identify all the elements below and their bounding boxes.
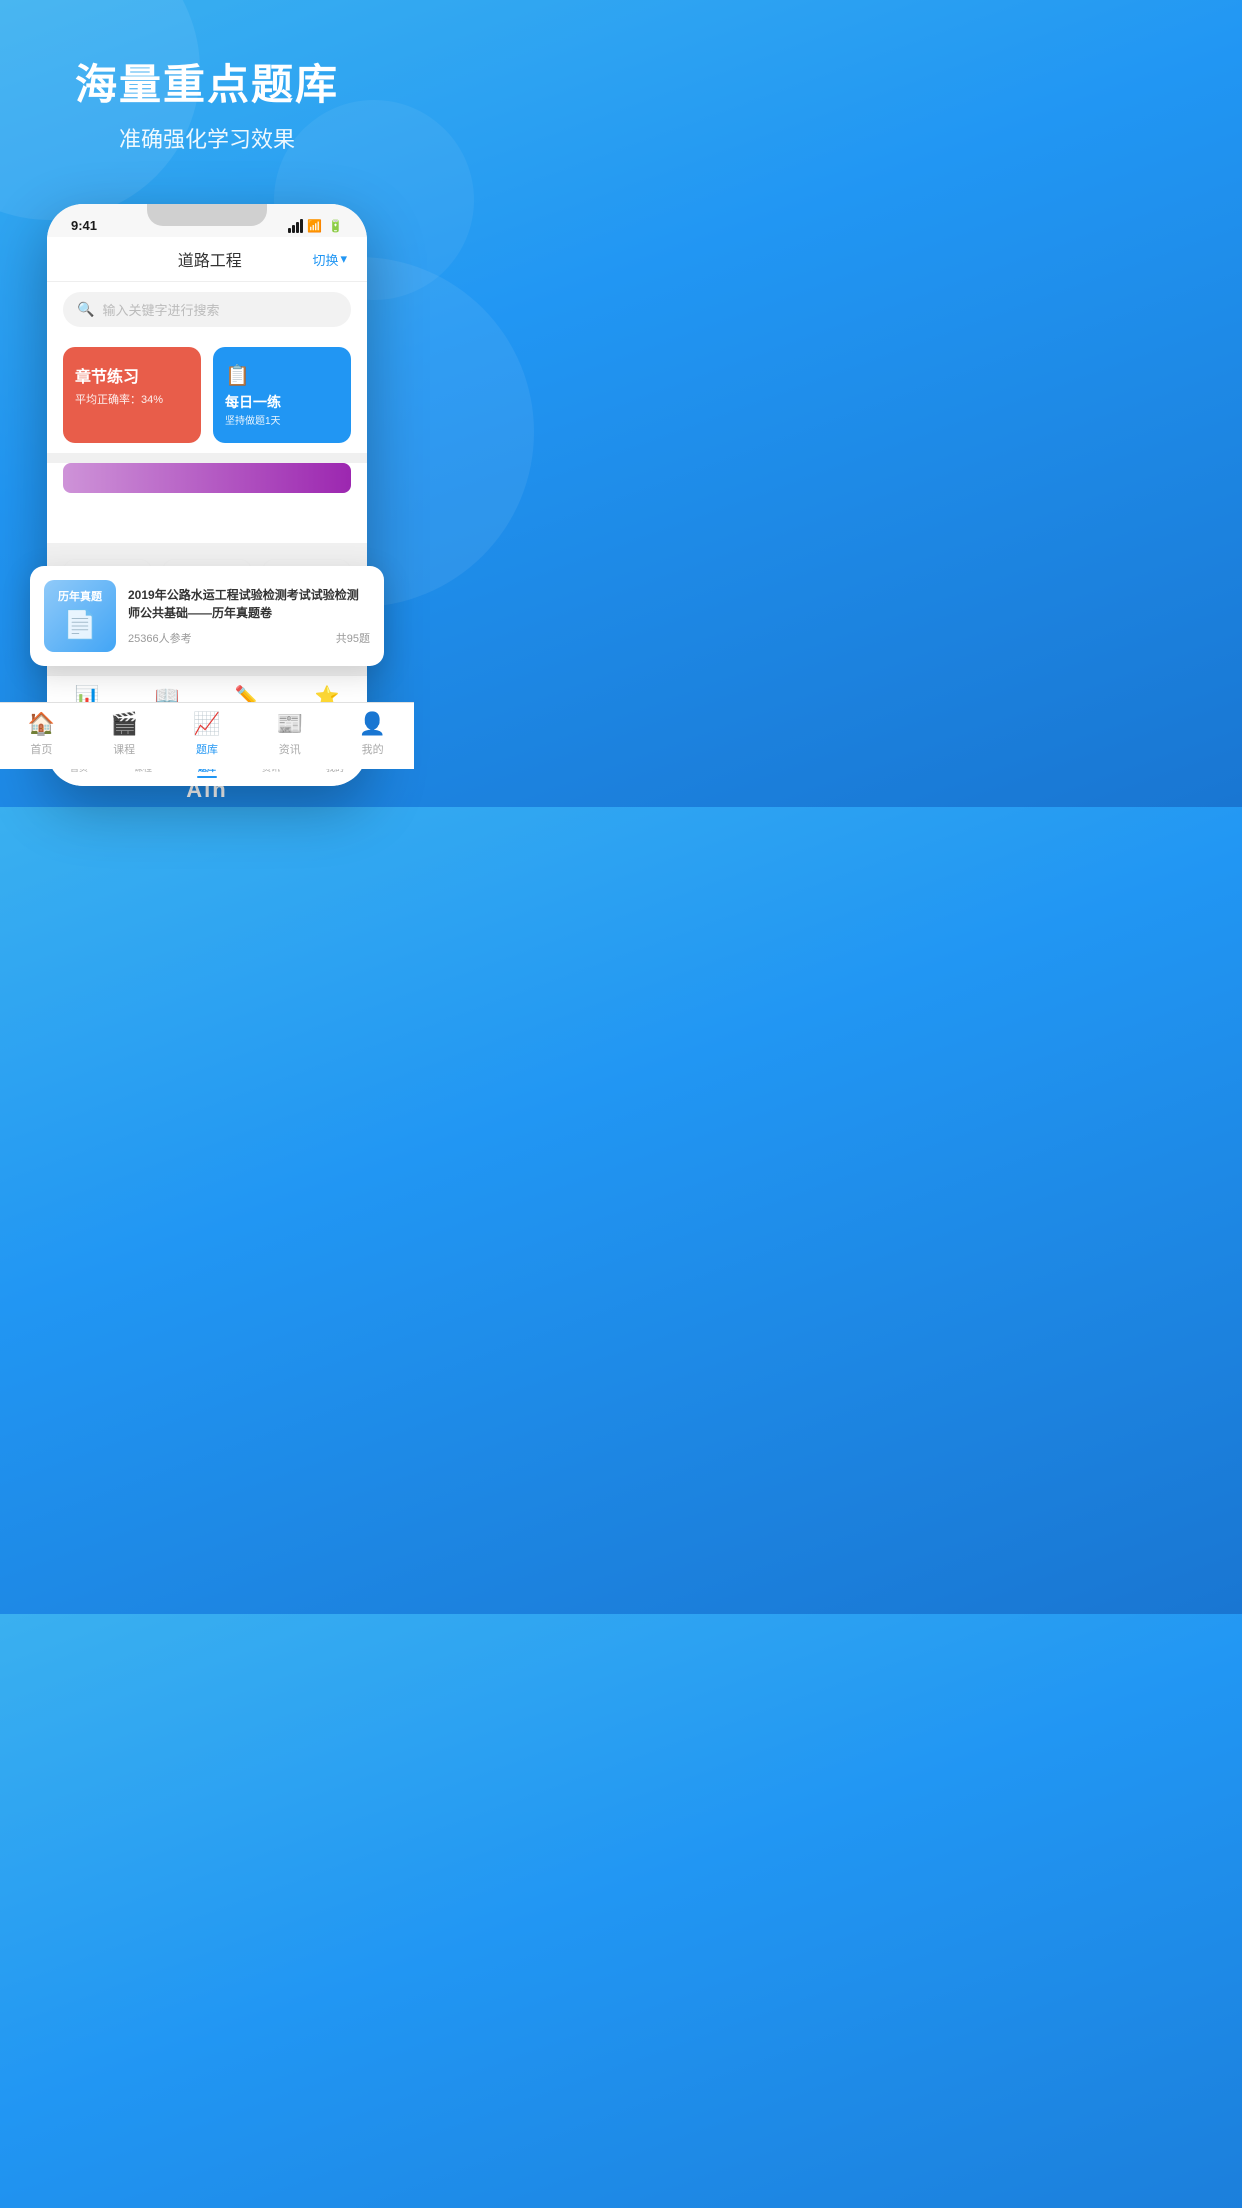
search-input-wrap[interactable]: 🔍 输入关键字进行搜索 bbox=[63, 292, 351, 327]
nav-item-news[interactable]: 📰 资讯 bbox=[276, 711, 303, 757]
search-icon: 🔍 bbox=[77, 301, 94, 318]
floating-thumb-label: 历年真题 bbox=[58, 588, 102, 604]
hero-subtitle: 准确强化学习效果 bbox=[20, 122, 394, 154]
wifi-icon: 📶 bbox=[307, 219, 322, 233]
nav-item-course[interactable]: 🎬 课程 bbox=[110, 711, 137, 757]
active-indicator bbox=[197, 776, 217, 778]
floating-participants: 25366人参考 bbox=[128, 630, 192, 646]
daily-card-title: 每日一练 bbox=[225, 392, 281, 412]
floating-info: 2019年公路水运工程试验检测考试试验检测师公共基础——历年真题卷 25366人… bbox=[128, 586, 370, 646]
nav-quiz-label: 题库 bbox=[196, 741, 218, 757]
nav-item-quiz[interactable]: 📈 题库 bbox=[193, 711, 220, 757]
nav-home-icon: 🏠 bbox=[28, 711, 55, 737]
daily-card-icon: 📋 bbox=[225, 363, 250, 388]
floating-total: 共95题 bbox=[336, 630, 370, 646]
floating-thumb: 历年真题 📄 bbox=[44, 580, 116, 652]
phone-notch bbox=[147, 204, 267, 226]
nav-news-label: 资讯 bbox=[279, 741, 301, 757]
nav-home-label: 首页 bbox=[30, 741, 52, 757]
chapter-card-title: 章节练习 bbox=[75, 363, 189, 387]
app-bottom-nav: 🏠 首页 🎬 课程 📈 题库 📰 资讯 👤 我的 bbox=[0, 702, 414, 769]
battery-icon: 🔋 bbox=[328, 219, 343, 233]
floating-thumb-doc-icon: 📄 bbox=[63, 608, 98, 641]
search-bar: 🔍 输入关键字进行搜索 bbox=[47, 282, 367, 337]
switch-button[interactable]: 切换 ▾ bbox=[312, 250, 347, 269]
signal-icon bbox=[288, 219, 303, 233]
daily-card[interactable]: 📋 每日一练 坚持做题1天 bbox=[213, 347, 351, 443]
spacer bbox=[47, 463, 367, 543]
cards-row: 章节练习 平均正确率：34% 📋 每日一练 坚持做题1天 bbox=[47, 337, 367, 453]
nav-news-icon: 📰 bbox=[276, 711, 303, 737]
nav-item-home[interactable]: 🏠 首页 bbox=[28, 711, 55, 757]
nav-mine-label: 我的 bbox=[362, 741, 384, 757]
floating-meta: 25366人参考 共95题 bbox=[128, 630, 370, 646]
status-icons: 📶 🔋 bbox=[288, 219, 343, 233]
purple-banner bbox=[63, 463, 351, 493]
nav-course-icon: 🎬 bbox=[110, 711, 137, 737]
chevron-down-icon: ▾ bbox=[340, 251, 347, 267]
daily-card-sub: 坚持做题1天 bbox=[225, 412, 281, 427]
phone-mockup: 9:41 📶 🔋 道路工程 切换 ▾ bbox=[47, 204, 367, 786]
app-navbar: 道路工程 切换 ▾ bbox=[47, 237, 367, 282]
app-title: 道路工程 bbox=[178, 247, 242, 271]
nav-course-label: 课程 bbox=[113, 741, 135, 757]
chapter-card-sub: 平均正确率：34% bbox=[75, 391, 189, 407]
chapter-card[interactable]: 章节练习 平均正确率：34% bbox=[63, 347, 201, 443]
floating-title: 2019年公路水运工程试验检测考试试验检测师公共基础——历年真题卷 bbox=[128, 586, 370, 622]
phone-mockup-container: 9:41 📶 🔋 道路工程 切换 ▾ bbox=[0, 204, 414, 786]
floating-card[interactable]: 历年真题 📄 2019年公路水运工程试验检测考试试验检测师公共基础——历年真题卷… bbox=[30, 566, 384, 666]
nav-mine-icon: 👤 bbox=[359, 711, 386, 737]
hero-title: 海量重点题库 bbox=[20, 60, 394, 110]
hero-section: 海量重点题库 准确强化学习效果 bbox=[0, 0, 414, 204]
nav-item-mine[interactable]: 👤 我的 bbox=[359, 711, 386, 757]
search-placeholder-text: 输入关键字进行搜索 bbox=[102, 300, 219, 319]
nav-quiz-icon: 📈 bbox=[193, 711, 220, 737]
status-time: 9:41 bbox=[71, 218, 97, 233]
